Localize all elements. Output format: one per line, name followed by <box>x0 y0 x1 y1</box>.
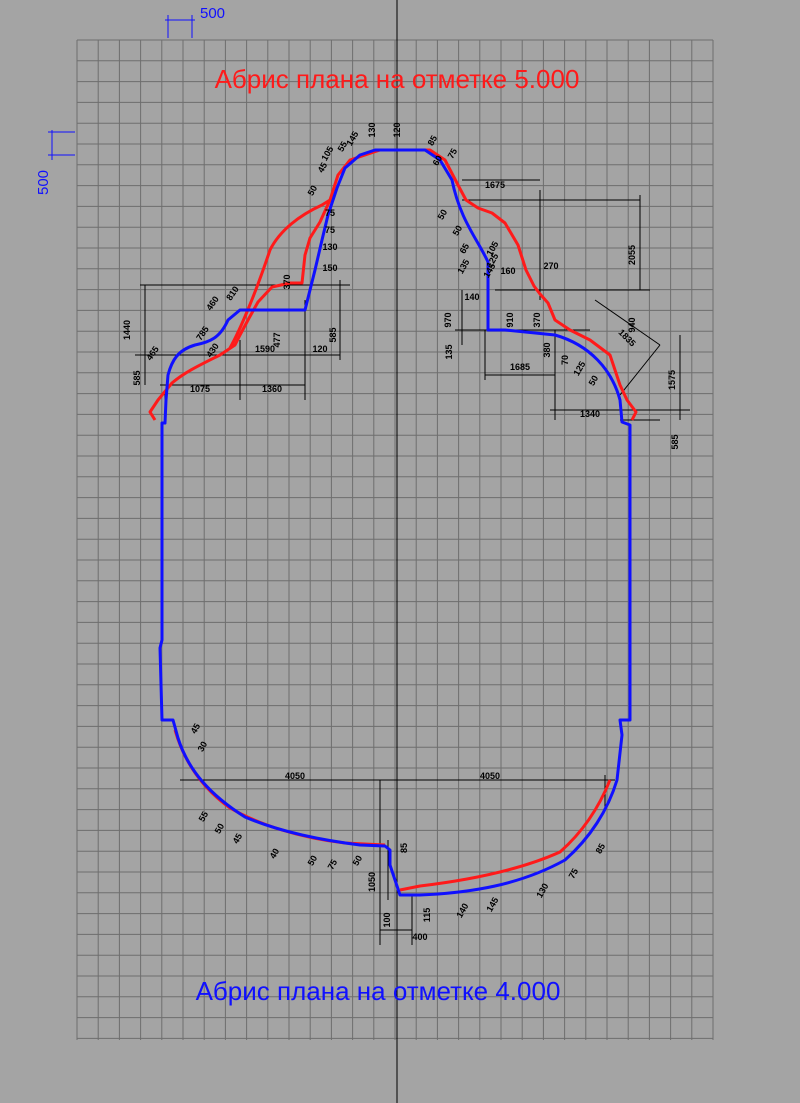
dimension-label: 50 <box>587 374 601 388</box>
dimension-label: 140 <box>454 901 470 919</box>
dimension-label: 970 <box>443 312 453 327</box>
dimension-label: 45 <box>231 832 245 846</box>
vertical-scale-indicator: 500 <box>35 130 75 195</box>
dimension-label: 140 <box>464 292 479 302</box>
dimension-label: 145 <box>484 895 500 913</box>
dimension-label: 1360 <box>262 384 282 394</box>
dimension-label: 50 <box>306 854 320 868</box>
dimension-label: 380 <box>542 342 552 357</box>
dimension-label: 75 <box>326 858 340 872</box>
dimension-label: 100 <box>382 912 392 927</box>
dimension-label: 370 <box>532 312 542 327</box>
horizontal-scale-label: 500 <box>200 5 225 22</box>
horizontal-scale-indicator: 500 <box>165 5 225 38</box>
vertical-scale-label: 500 <box>35 170 52 195</box>
dimension-label: 1685 <box>510 362 530 372</box>
dimension-labels-top-center: 130 1208575 <box>367 122 459 160</box>
dimension-label: 115 <box>422 908 432 923</box>
dimension-label: 1075 <box>190 384 210 394</box>
dimension-label: 30 <box>196 740 210 754</box>
dimension-label: 50 <box>451 224 465 238</box>
dimension-label: 125 <box>571 359 587 377</box>
dimension-label: 270 <box>543 261 558 271</box>
dimension-label: 810 <box>224 284 241 302</box>
dimension-label: 4050 <box>285 771 305 781</box>
dimension-label: 75 <box>446 147 460 161</box>
dimension-label: 1440 <box>122 320 132 340</box>
dimension-label: 130 <box>534 881 550 899</box>
dimension-label: 460 <box>204 294 221 312</box>
dimension-label: 585 <box>328 327 338 342</box>
dimension-label: 105 <box>319 144 335 162</box>
bottom-title: Абрис плана на отметке 4.000 <box>196 976 561 1006</box>
dimension-labels-bottom-left: 453040505550454050 75 50105085100 <box>189 722 409 928</box>
dimension-label: 85 <box>399 843 409 853</box>
dimension-label: 75 <box>325 208 335 218</box>
dimension-label: 585 <box>132 370 142 385</box>
dimension-label: 135 <box>444 344 454 359</box>
dimension-label: 120 <box>312 344 327 354</box>
dimension-label: 2055 <box>627 245 637 265</box>
dimension-label: 45 <box>189 722 203 736</box>
dimension-label: 70 <box>560 355 570 365</box>
dimension-labels-top-left: 1440585465785810460430107515901360120585… <box>122 129 360 394</box>
dimension-label: 130 <box>322 242 337 252</box>
plan-drawing: 500 500 Абрис плана на отметке 5.000 Абр… <box>35 0 714 1103</box>
drawing-canvas: 500 500 Абрис плана на отметке 5.000 Абр… <box>0 0 800 1103</box>
dimension-label: 85 <box>594 842 608 856</box>
dimension-label: 150 <box>322 263 337 273</box>
dimension-label: 75 <box>567 867 581 881</box>
dimension-label: 65 <box>458 242 472 256</box>
dimension-label: 120 <box>392 122 402 137</box>
dimension-label: 55 <box>197 810 211 824</box>
dimension-label: 585 <box>670 434 680 449</box>
dimension-label: 940 <box>627 317 637 332</box>
dimension-label: 145 <box>344 129 360 147</box>
dimension-label: 1575 <box>667 370 677 390</box>
dimension-label: 130 <box>367 122 377 137</box>
dimension-label: 40 <box>268 847 282 861</box>
dimension-label: 75 <box>325 225 335 235</box>
dimension-label: 4050 <box>480 771 500 781</box>
dimension-label: 135 <box>455 257 471 275</box>
dimension-label: 477 <box>272 332 282 347</box>
dimension-labels-bottom-right: 4050 85 75 130 145 140 115 400 <box>412 771 607 942</box>
dimension-label: 910 <box>505 312 515 327</box>
dimension-label: 400 <box>412 932 427 942</box>
dimension-label: 465 <box>144 344 161 362</box>
dimension-label: 50 <box>213 822 227 836</box>
dimension-label: 370 <box>282 274 292 289</box>
dimension-label: 1340 <box>580 409 600 419</box>
dimension-label: 1050 <box>367 872 377 892</box>
grid <box>76 39 714 1040</box>
dimension-label: 160 <box>500 266 515 276</box>
dimension-label: 1675 <box>485 180 505 190</box>
top-title: Абрис плана на отметке 5.000 <box>215 64 580 94</box>
